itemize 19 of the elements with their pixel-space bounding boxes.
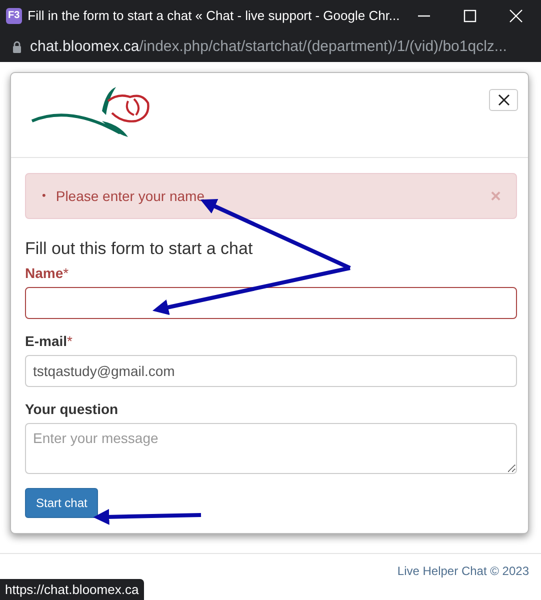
app-icon: F3: [6, 8, 22, 24]
message-field[interactable]: Enter your message: [25, 423, 517, 474]
close-button[interactable]: [489, 89, 518, 111]
error-message: Please enter your name: [56, 187, 204, 205]
close-icon[interactable]: [509, 8, 523, 22]
field-label: Name*: [25, 265, 69, 281]
input-field[interactable]: tstqastudy@gmail.com: [25, 355, 517, 387]
form-heading: Fill out this form to start a chat: [25, 239, 254, 259]
field-label: E-mail*: [25, 333, 72, 349]
close-icon: [498, 94, 510, 106]
bullet-mark: •: [42, 189, 46, 204]
maximize-icon[interactable]: [463, 8, 477, 22]
start-chat-button[interactable]: Start chat: [25, 488, 98, 518]
footer-text: Live Helper Chat © 2023: [397, 564, 529, 578]
field-label: Your question: [25, 401, 118, 417]
window-title: Fill in the form to start a chat « Chat - live support - Google Chr...: [28, 8, 401, 23]
input-field[interactable]: [25, 287, 517, 319]
lock-icon: [12, 40, 22, 52]
status-url-tooltip: https://chat.bloomex.ca: [0, 579, 144, 600]
